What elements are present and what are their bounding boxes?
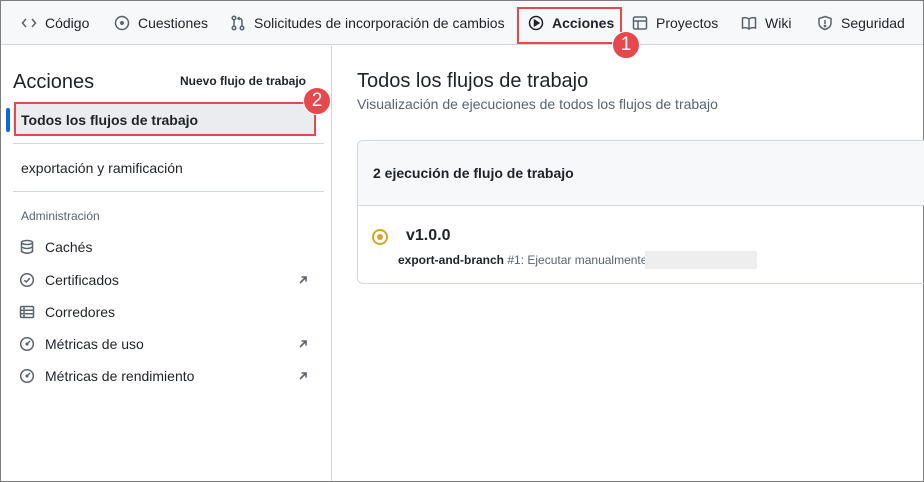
- pull-request-icon: [231, 14, 245, 31]
- tab-code-label: Código: [45, 14, 90, 31]
- tab-projects[interactable]: Proyectos: [632, 1, 718, 44]
- runs-count: 2 ejecución de flujo de trabajo: [373, 165, 574, 181]
- run-status-icon: [372, 229, 388, 245]
- page-title: Todos los flujos de trabajo: [357, 70, 589, 92]
- shield-icon: [818, 15, 832, 30]
- sidebar-title: Acciones: [13, 71, 95, 93]
- gauge-icon: [19, 368, 35, 384]
- sidebar-item-caches[interactable]: Cachés: [19, 236, 309, 258]
- tab-security[interactable]: Seguridad: [817, 1, 905, 44]
- issue-icon: [114, 15, 130, 30]
- external-link-icon: [299, 276, 307, 284]
- verified-icon: [19, 272, 35, 288]
- sidebar-item-certificates[interactable]: Certificados: [19, 269, 309, 291]
- tab-issues-label: Cuestiones: [138, 14, 209, 31]
- table-icon: [632, 15, 648, 30]
- annotation-badge-2: 2: [303, 87, 331, 115]
- gauge-icon: [19, 336, 35, 352]
- run-title-link[interactable]: v1.0.0: [406, 227, 450, 245]
- workflow-runs-panel: 2 ejecución de flujo de trabajo v1.0.0 e…: [357, 140, 924, 284]
- tab-issues[interactable]: Cuestiones: [114, 1, 208, 44]
- run-detail: #1: Ejecutar manualmente: [504, 253, 648, 267]
- code-icon: [21, 18, 37, 27]
- tab-security-label: Seguridad: [841, 14, 905, 31]
- tab-wiki-label: Wiki: [765, 14, 792, 31]
- sidebar-item-performance-metrics[interactable]: Métricas de rendimiento: [19, 365, 309, 387]
- sidebar-item-certificates-label: Certificados: [45, 272, 119, 288]
- annotation-box-1: [517, 7, 622, 44]
- selected-indicator: [6, 108, 10, 132]
- tab-projects-label: Proyectos: [656, 14, 719, 31]
- tab-pull-requests[interactable]: Solicitudes de incorporación de cambios: [230, 1, 505, 44]
- server-icon: [19, 305, 35, 319]
- page-subtitle: Visualización de ejecuciones de todos lo…: [357, 96, 718, 112]
- repo-nav: Código Cuestiones Solicitudes de incorpo…: [1, 1, 923, 45]
- new-workflow-link[interactable]: Nuevo flujo de trabajo: [180, 74, 306, 88]
- tab-pull-requests-label: Solicitudes de incorporación de cambios: [254, 14, 505, 31]
- external-link-icon: [299, 372, 307, 380]
- divider: [13, 143, 324, 144]
- tab-wiki[interactable]: Wiki: [741, 1, 791, 44]
- sidebar-item-runners[interactable]: Corredores: [19, 301, 309, 323]
- sidebar-item-usage-metrics[interactable]: Métricas de uso: [19, 333, 309, 355]
- sidebar-item-performance-metrics-label: Métricas de rendimiento: [45, 368, 195, 384]
- management-heading: Administración: [21, 209, 100, 223]
- runs-count-header: 2 ejecución de flujo de trabajo: [358, 141, 924, 206]
- annotation-badge-1: 1: [612, 31, 640, 59]
- run-workflow-name: export-and-branch: [398, 253, 505, 267]
- annotation-box-2: [14, 102, 316, 136]
- run-meta: export-and-branch #1: Ejecutar manualmen…: [398, 253, 647, 267]
- divider: [13, 191, 324, 192]
- redacted-info: [645, 251, 757, 269]
- sidebar-item-workflow[interactable]: exportación y ramificación: [21, 160, 183, 176]
- sidebar-item-usage-metrics-label: Métricas de uso: [45, 336, 144, 352]
- sidebar-item-runners-label: Corredores: [45, 304, 116, 320]
- tab-code[interactable]: Código: [21, 1, 89, 44]
- database-icon: [20, 239, 34, 254]
- external-link-icon: [299, 340, 307, 348]
- sidebar-item-caches-label: Cachés: [45, 239, 93, 255]
- book-icon: [741, 16, 757, 30]
